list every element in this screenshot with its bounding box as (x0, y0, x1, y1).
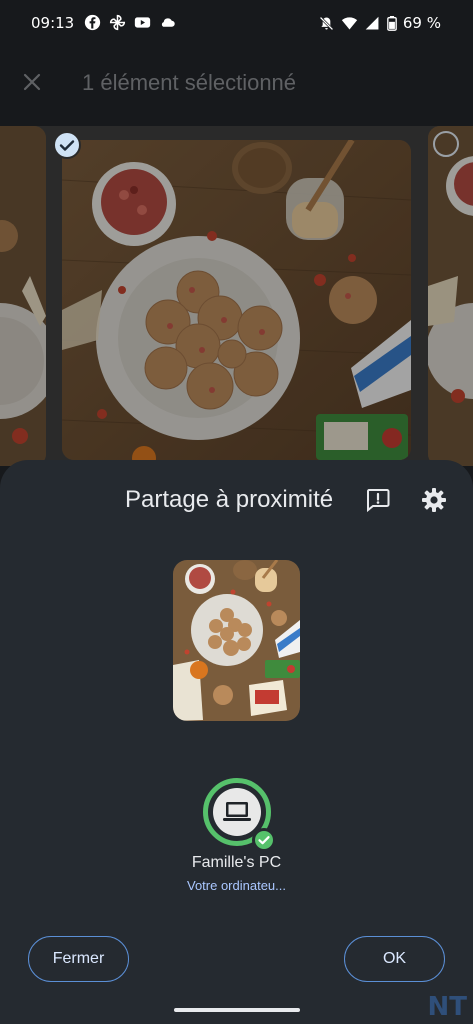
selection-count-title: 1 élément sélectionné (82, 70, 297, 95)
device-avatar (213, 788, 261, 836)
unselected-radio[interactable] (433, 131, 459, 157)
cloud-icon (161, 18, 175, 27)
status-right-icons: 69 % (318, 14, 441, 32)
selection-header: 1 élément sélectionné (0, 52, 473, 118)
gesture-navigation-handle[interactable] (174, 1008, 300, 1012)
signal-icon (365, 16, 379, 29)
device-subtitle: Votre ordinateu... (186, 878, 286, 893)
close-button[interactable]: Fermer (28, 936, 129, 982)
photo-strip (0, 126, 473, 466)
check-icon (258, 836, 270, 845)
wifi-icon (341, 16, 358, 29)
photo-thumbnail-selected[interactable] (62, 140, 411, 460)
device-confirmed-badge (252, 828, 276, 852)
status-time: 09:13 (31, 14, 75, 32)
shared-photo-preview (173, 560, 300, 721)
device-name: Famille's PC (191, 854, 282, 871)
battery-level: 69 % (402, 14, 441, 32)
feedback-icon[interactable] (364, 486, 392, 514)
battery-icon (387, 15, 397, 31)
youtube-icon (134, 17, 151, 28)
sheet-title: Partage à proximité (125, 486, 334, 513)
cookie-photo-preview-image (173, 560, 300, 721)
watermark-logo: NT (427, 992, 468, 1022)
close-icon[interactable] (20, 70, 44, 94)
status-left-icons (84, 14, 176, 31)
photo-thumbnail-next[interactable] (428, 126, 473, 466)
check-icon (59, 140, 75, 151)
notifications-off-icon (319, 16, 334, 30)
pinwheel-icon (109, 14, 126, 31)
ok-button[interactable]: OK (344, 936, 445, 982)
laptop-icon (223, 802, 251, 821)
device-target-famille-pc[interactable] (203, 778, 276, 852)
nearby-share-sheet: Partage à proximité Famille's PC Votre o… (0, 460, 473, 1024)
gear-icon[interactable] (420, 486, 448, 514)
selected-checkmark[interactable] (53, 131, 81, 159)
photo-thumbnail-previous[interactable] (0, 126, 46, 466)
screen: 09:13 69 % 1 élément sélectionné Partage… (0, 0, 473, 1024)
facebook-icon (84, 14, 101, 31)
status-bar: 09:13 69 % (0, 0, 473, 46)
